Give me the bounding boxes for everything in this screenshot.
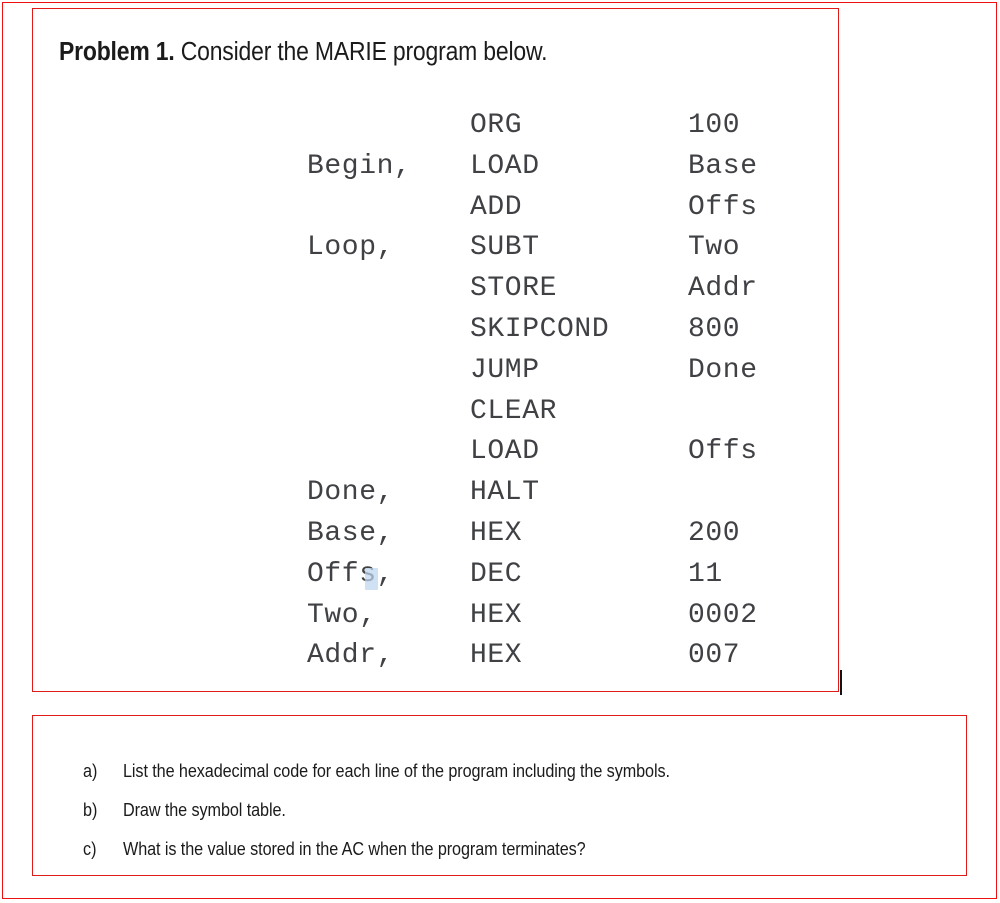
code-opcode: HEX (470, 599, 523, 631)
code-line: Addr, HEX 007 (33, 636, 838, 677)
code-label: Loop, (307, 232, 395, 264)
code-line: ADD Offs (33, 188, 838, 229)
question-text: List the hexadecimal code for each line … (123, 761, 670, 781)
code-opcode: JUMP (470, 354, 540, 386)
code-operand: 800 (688, 313, 741, 345)
code-operand: Offs (688, 191, 758, 223)
code-label: Two, (307, 599, 377, 631)
code-label: Done, (307, 477, 395, 509)
code-line: Done, HALT (33, 473, 838, 514)
questions-box: a) List the hexadecimal code for each lin… (32, 715, 967, 876)
code-line: LOAD Offs (33, 432, 838, 473)
code-operand: 100 (688, 110, 741, 141)
problem-title-text: Consider the MARIE program below. (174, 38, 548, 66)
question-marker: a) (83, 761, 98, 781)
code-opcode: LOAD (470, 150, 540, 182)
problem-title-label: Problem 1. (59, 38, 175, 66)
code-line: Begin, LOAD Base (33, 147, 838, 188)
code-opcode: STORE (470, 273, 558, 305)
question-text: What is the value stored in the AC when … (123, 839, 586, 859)
code-operand: Done (688, 354, 758, 386)
code-label: Offs, (307, 558, 395, 590)
code-line: JUMP Done (33, 351, 838, 392)
question-marker: b) (83, 800, 98, 820)
question-item: b) Draw the symbol table. (33, 797, 966, 836)
document-page: Problem 1. Consider the MARIE program be… (0, 0, 1000, 903)
code-line: Offs, DEC 11 (33, 555, 838, 596)
questions-list: a) List the hexadecimal code for each lin… (33, 758, 966, 875)
code-operand: Offs (688, 436, 758, 468)
code-operand: 200 (688, 517, 741, 549)
code-line: Two, HEX 0002 (33, 596, 838, 637)
code-opcode: ADD (470, 191, 523, 223)
code-label: Begin, (307, 150, 412, 182)
code-line: SKIPCOND 800 (33, 310, 838, 351)
page-title: Problem 1. Consider the MARIE program be… (59, 37, 547, 67)
code-opcode: HALT (470, 477, 540, 509)
code-line: Loop, SUBT Two (33, 228, 838, 269)
code-line: CLEAR (33, 392, 838, 433)
text-cursor-caret (840, 670, 843, 695)
question-item: c) What is the value stored in the AC whe… (33, 836, 966, 875)
code-opcode: LOAD (470, 436, 540, 468)
code-operand: Two (688, 232, 741, 264)
question-item: a) List the hexadecimal code for each lin… (33, 758, 966, 797)
code-opcode: DEC (470, 558, 523, 590)
code-opcode: HEX (470, 640, 523, 672)
code-operand: Addr (688, 273, 758, 305)
question-marker: c) (83, 839, 97, 859)
code-opcode: CLEAR (470, 395, 558, 427)
code-operand: Base (688, 150, 758, 182)
code-operand: 007 (688, 640, 741, 672)
code-label: Addr, (307, 640, 395, 672)
code-opcode: SUBT (470, 232, 540, 264)
text-selection-highlight (365, 567, 378, 590)
problem-statement-box: Problem 1. Consider the MARIE program be… (32, 8, 839, 692)
code-operand: 0002 (688, 599, 758, 631)
code-opcode: ORG (470, 110, 523, 141)
code-line: ORG 100 (33, 106, 838, 147)
code-line: Base, HEX 200 (33, 514, 838, 555)
code-operand: 11 (688, 558, 723, 590)
marie-code-listing: ORG 100 Begin, LOAD Base ADD Offs Loop, SUBT Two S… (33, 106, 838, 677)
code-line: STORE Addr (33, 269, 838, 310)
code-opcode: HEX (470, 517, 523, 549)
question-text: Draw the symbol table. (123, 800, 286, 820)
code-opcode: SKIPCOND (470, 313, 610, 345)
code-label: Base, (307, 517, 395, 549)
